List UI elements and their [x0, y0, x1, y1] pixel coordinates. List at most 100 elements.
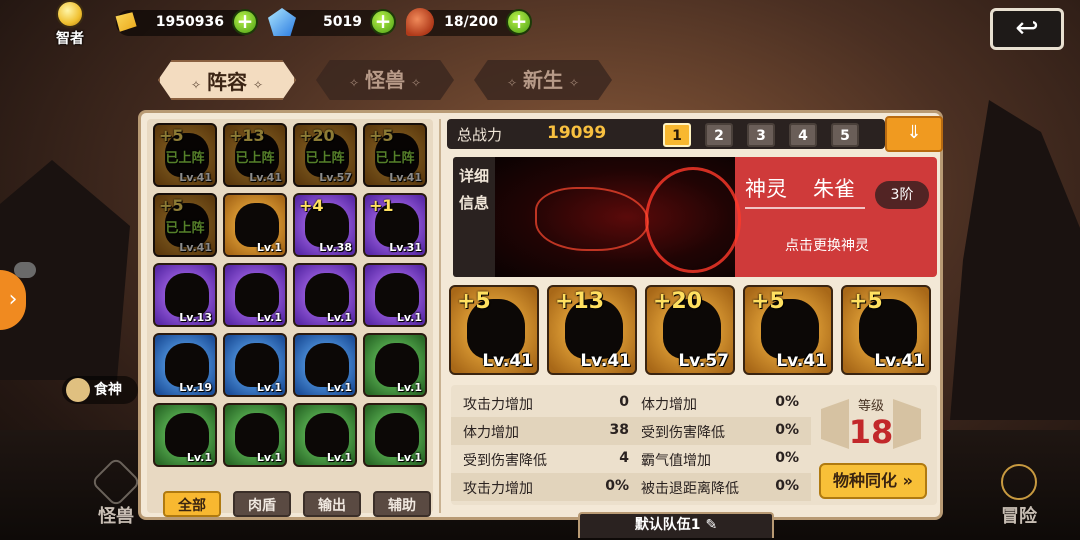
card-level: Lv.1	[256, 241, 282, 254]
roster-card[interactable]: Lv.1	[223, 193, 287, 257]
tab-rebirth[interactable]: ✧ 新生 ✧	[474, 60, 612, 100]
member-level: Lv.41	[874, 351, 925, 371]
back-button[interactable]: ↩	[990, 8, 1064, 50]
enhance-level: +1	[369, 196, 394, 215]
team-member-card[interactable]: +20 Lv.57	[645, 285, 735, 375]
stat-row: 攻击力增加 0% 被击退距离降低 0%	[451, 473, 811, 501]
stat-name: 体力增加	[641, 397, 697, 413]
level-value: 18	[848, 413, 894, 451]
roster-card[interactable]: Lv.1	[363, 333, 427, 397]
card-level: Lv.41	[389, 171, 422, 184]
lineup-panel: +5 已上阵 Lv.41 +13 已上阵 Lv.41 +20 已上阵 Lv.57 +5 已上阵 Lv.…	[138, 110, 943, 520]
team-slot-4[interactable]: 4	[789, 123, 817, 147]
card-level: Lv.1	[186, 451, 212, 464]
back-arrow-icon: ↩	[1015, 11, 1039, 44]
filter-support-button[interactable]: 辅助	[373, 491, 431, 517]
tab-deco-icon: ✧	[348, 76, 359, 90]
stamina-counter: 18/200 +	[406, 8, 532, 36]
compass-icon	[1001, 464, 1037, 500]
stat-row: 受到伤害降低 4 霸气值增加 0%	[451, 445, 811, 473]
roster-card[interactable]: +4 Lv.38	[293, 193, 357, 257]
team-slot-5[interactable]: 5	[831, 123, 859, 147]
team-member-card[interactable]: +5 Lv.41	[743, 285, 833, 375]
deployed-tag: 已上阵	[305, 151, 345, 166]
species-sync-button[interactable]: 物种同化 »	[819, 463, 927, 499]
add-gem-button[interactable]: +	[370, 9, 396, 35]
roster-card[interactable]: +13 已上阵 Lv.41	[223, 123, 287, 187]
card-level: Lv.41	[249, 171, 282, 184]
team-member-card[interactable]: +13 Lv.41	[547, 285, 637, 375]
team-member-card[interactable]: +5 Lv.41	[841, 285, 931, 375]
filter-dps-button[interactable]: 输出	[303, 491, 361, 517]
team-name-label[interactable]: 默认队伍1 ✎	[578, 512, 774, 538]
card-level: Lv.57	[319, 171, 352, 184]
gem-value: 5019	[323, 14, 362, 30]
card-level: Lv.38	[319, 241, 352, 254]
card-level: Lv.1	[396, 451, 422, 464]
enhance-level: +5	[369, 126, 394, 145]
stat-name: 被击退距离降低	[641, 481, 739, 497]
nav-adventure[interactable]: 冒险	[992, 464, 1046, 528]
enhance-level: +13	[229, 126, 265, 145]
food-god-label: 食神	[94, 382, 122, 398]
stat-row: 体力增加 38 受到伤害降低 0%	[451, 417, 811, 445]
card-level: Lv.1	[326, 451, 352, 464]
roster-card[interactable]: Lv.1	[363, 263, 427, 327]
stamina-value: 18/200	[444, 14, 498, 30]
roster-card[interactable]: +5 已上阵 Lv.41	[363, 123, 427, 187]
roster-card[interactable]: Lv.19	[153, 333, 217, 397]
nav-adventure-label: 冒险	[1001, 506, 1037, 527]
roster-card[interactable]: Lv.1	[223, 333, 287, 397]
card-level: Lv.1	[396, 311, 422, 324]
sage-button[interactable]: 智者	[50, 0, 90, 47]
switch-team-button[interactable]: ⇓	[885, 116, 943, 152]
roster-card[interactable]: +5 已上阵 Lv.41	[153, 193, 217, 257]
deployed-tag: 已上阵	[165, 151, 205, 166]
roster-card[interactable]: Lv.1	[293, 263, 357, 327]
tab-deco-icon: ✧	[253, 78, 264, 92]
stat-value: 0%	[605, 478, 629, 494]
food-god-button[interactable]: 食神	[62, 376, 138, 404]
roster-card[interactable]: Lv.1	[223, 403, 287, 467]
roster-card[interactable]: +5 已上阵 Lv.41	[153, 123, 217, 187]
tab-lineup-label: 阵容	[207, 70, 247, 94]
tab-monsters[interactable]: ✧ 怪兽 ✧	[316, 60, 454, 100]
tab-lineup[interactable]: ✧ 阵容 ✧	[158, 60, 296, 100]
panel-divider	[439, 119, 441, 513]
gem-counter: 5019 +	[268, 8, 396, 36]
nav-monsters[interactable]: 怪兽	[90, 456, 142, 528]
card-level: Lv.41	[179, 241, 212, 254]
enhance-level: +20	[653, 289, 703, 314]
roster-card[interactable]: +1 Lv.31	[363, 193, 427, 257]
gold-value: 1950936	[155, 14, 224, 30]
lightbulb-icon	[56, 0, 84, 28]
team-slot-2[interactable]: 2	[705, 123, 733, 147]
stat-value: 4	[619, 450, 629, 466]
double-chevron-icon: »	[902, 471, 913, 490]
stat-row: 攻击力增加 0 体力增加 0%	[451, 389, 811, 417]
stat-value: 38	[609, 422, 629, 438]
roster-card[interactable]: +20 已上阵 Lv.57	[293, 123, 357, 187]
roster-card[interactable]: Lv.1	[153, 403, 217, 467]
roster-card[interactable]: Lv.13	[153, 263, 217, 327]
roster-card[interactable]: Lv.1	[293, 403, 357, 467]
detail-info-tab[interactable]: 详细信息	[453, 157, 495, 277]
team-member-card[interactable]: +5 Lv.41	[449, 285, 539, 375]
team-slot-3[interactable]: 3	[747, 123, 775, 147]
add-gold-button[interactable]: +	[232, 9, 258, 35]
guardian-rank-badge: 3阶	[875, 181, 929, 209]
guardian-type: 神灵	[745, 177, 787, 201]
meat-icon	[406, 8, 434, 36]
roster-card[interactable]: Lv.1	[293, 333, 357, 397]
card-level: Lv.1	[396, 381, 422, 394]
gold-icon	[115, 12, 137, 32]
filter-tank-button[interactable]: 肉盾	[233, 491, 291, 517]
stat-value: 0%	[775, 478, 799, 494]
roster-card[interactable]: Lv.1	[363, 403, 427, 467]
team-slot-1[interactable]: 1	[663, 123, 691, 147]
roster-card[interactable]: Lv.1	[223, 263, 287, 327]
guardian-banner[interactable]: 神灵 朱雀 3阶 点击更换神灵	[495, 157, 937, 277]
add-stamina-button[interactable]: +	[506, 9, 532, 35]
guardian-art	[495, 157, 741, 277]
filter-all-button[interactable]: 全部	[163, 491, 221, 517]
